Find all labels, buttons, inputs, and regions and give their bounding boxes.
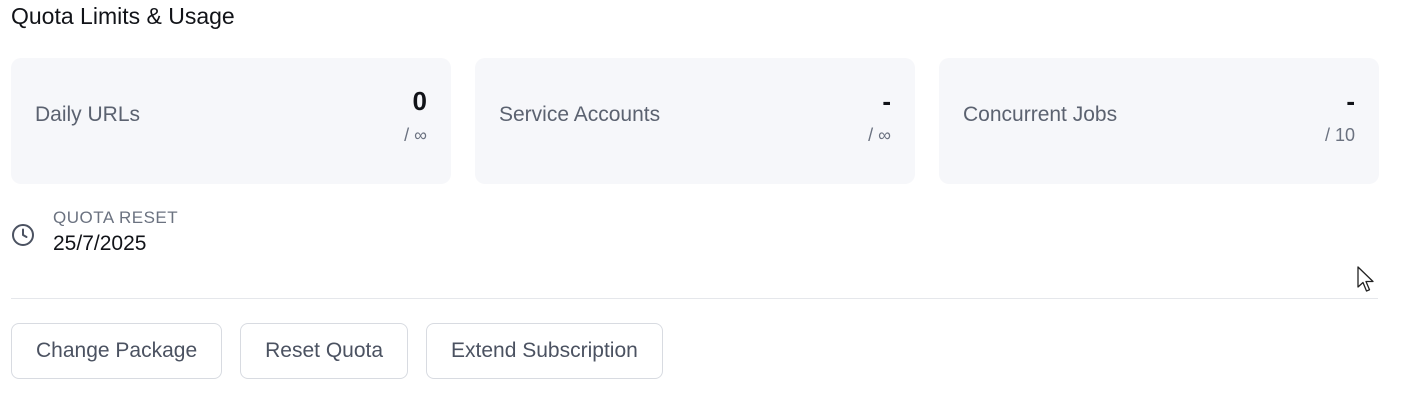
card-value: 0 (412, 86, 427, 116)
card-limit: / 10 (1324, 125, 1355, 145)
card-value: - (882, 86, 891, 116)
reset-quota-button[interactable]: Reset Quota (240, 323, 409, 379)
action-bar: Change Package Reset Quota Extend Subscr… (11, 323, 663, 379)
quota-reset: QUOTA RESET 25/7/2025 (11, 207, 178, 258)
card-label: Service Accounts (499, 103, 661, 126)
card-label: Daily URLs (35, 103, 141, 126)
quota-reset-label: QUOTA RESET (53, 208, 179, 227)
card-limit: / ∞ (868, 125, 891, 145)
card-value: - (1346, 86, 1355, 116)
page-title: Quota Limits & Usage (11, 3, 235, 29)
card-limit: / ∞ (404, 125, 427, 145)
mouse-cursor-icon (1357, 266, 1374, 292)
quota-card-service-accounts: Service Accounts - / ∞ (475, 58, 915, 184)
divider (11, 298, 1378, 299)
quota-cards: Daily URLs 0 / ∞ Service Accounts - / ∞ … (11, 58, 1379, 184)
quota-reset-date: 25/7/2025 (53, 232, 147, 255)
extend-subscription-button[interactable]: Extend Subscription (426, 323, 663, 379)
change-package-button[interactable]: Change Package (11, 323, 223, 379)
quota-card-concurrent-jobs: Concurrent Jobs - / 10 (939, 58, 1379, 184)
quota-reset-text: QUOTA RESET 25/7/2025 (53, 207, 178, 258)
quota-card-daily-urls: Daily URLs 0 / ∞ (11, 58, 451, 184)
card-label: Concurrent Jobs (963, 103, 1118, 126)
clock-icon (12, 224, 34, 246)
